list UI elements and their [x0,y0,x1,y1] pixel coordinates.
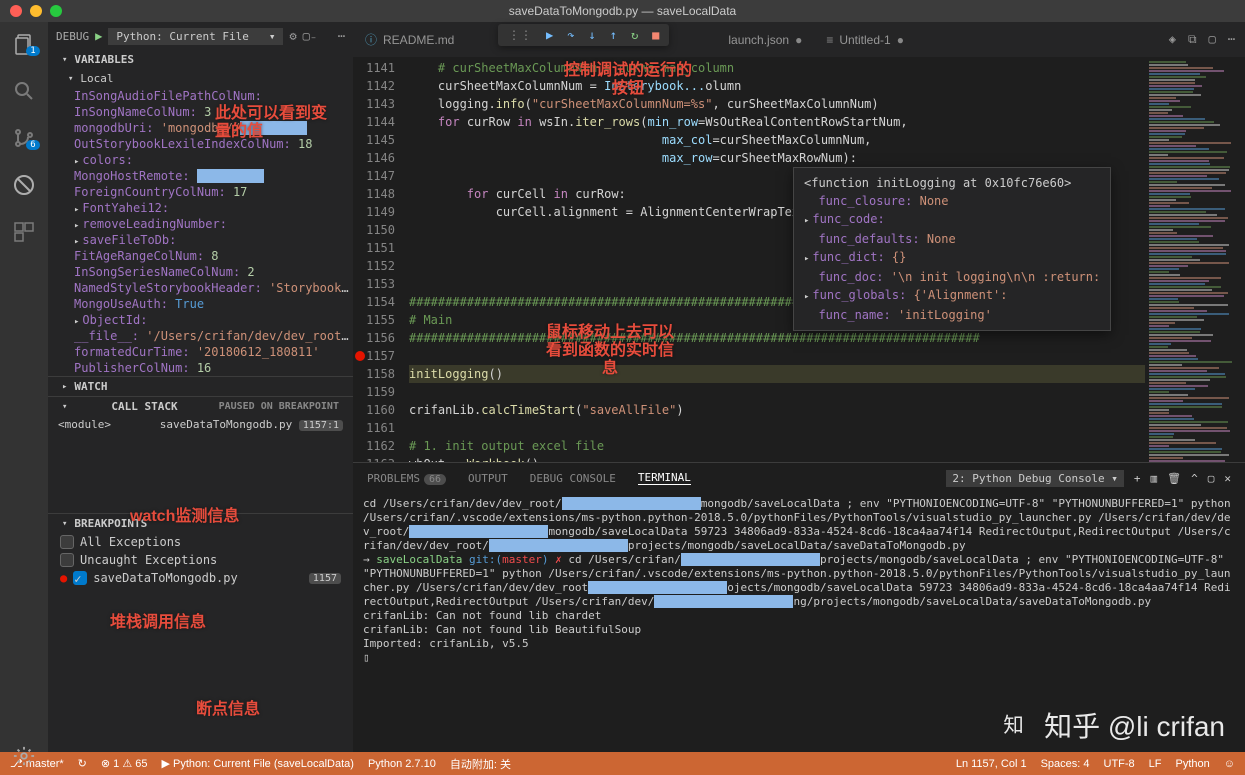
extensions-icon [12,220,36,244]
kill-terminal-button[interactable]: 🗑 [1167,472,1181,485]
hover-title: <function initLogging at 0x10fc76e60> [804,174,1100,192]
step-out-button[interactable]: ↑ [610,28,617,42]
restart-button[interactable]: ↻ [631,28,638,42]
window-title: saveDataToMongodb.py — saveLocalData [509,4,736,18]
step-over-button[interactable]: ↷ [567,28,574,42]
paused-status: PAUSED ON BREAKPOINT [219,401,339,412]
problems-tab[interactable]: PROBLEMS66 [367,472,446,485]
more-icon[interactable]: ⋯ [338,29,345,43]
terminal-tab[interactable]: TERMINAL [638,471,691,485]
sync-status[interactable]: ↻ [78,757,87,770]
tab-readme[interactable]: ⓘREADME.md [353,22,466,57]
debug-tab[interactable] [12,173,36,200]
encoding[interactable]: UTF-8 [1104,758,1135,770]
start-debug-button[interactable]: ▶ [95,29,102,43]
extensions-tab[interactable] [12,220,36,247]
split-icon[interactable]: ⧉ [1188,32,1197,47]
uncaught-exceptions-breakpoint[interactable]: Uncaught Exceptions [48,551,353,569]
close-window-button[interactable] [10,5,22,17]
scm-tab[interactable]: 6 [12,126,36,153]
hover-tooltip: <function initLogging at 0x10fc76e60> fu… [793,167,1111,331]
checkbox[interactable] [60,535,74,549]
language-mode[interactable]: Python [1176,758,1210,770]
variables-list: InSongAudioFilePathColNum: InSongNameCol… [48,88,353,376]
python-version[interactable]: Python 2.7.10 [368,758,436,770]
debug-control-toolbar: ⋮⋮ ▶ ↷ ↓ ↑ ↻ ■ [498,24,669,46]
settings-gear-icon[interactable] [13,745,35,767]
callstack-frame[interactable]: <module> saveDataToMongodb.py 1157:1 [48,416,353,433]
checkbox-checked[interactable]: ✓ [73,571,87,585]
feedback-icon[interactable]: ☺ [1224,758,1235,770]
split-terminal-button[interactable]: ▥ [1151,472,1158,485]
file-breakpoint[interactable]: ●✓saveDataToMongodb.py1157 [48,569,353,587]
terminal-select[interactable]: 2: Python Debug Console ▾ [946,470,1124,487]
more-icon[interactable]: ⋯ [1228,32,1235,47]
step-into-button[interactable]: ↓ [588,28,595,42]
all-exceptions-breakpoint[interactable]: All Exceptions [48,533,353,551]
watch-section-header[interactable]: WATCH [48,376,353,396]
minimap[interactable] [1145,57,1245,462]
new-terminal-button[interactable]: + [1134,472,1141,485]
debug-console-tab[interactable]: DEBUG CONSOLE [530,472,616,485]
eol[interactable]: LF [1149,758,1162,770]
checkbox[interactable] [60,553,74,567]
debug-status[interactable]: ▶ Python: Current File (saveLocalData) [161,757,353,770]
editor-tabs: ⓘREADME.md ⋮⋮ ▶ ↷ ↓ ↑ ↻ ■ launch.json● ≡… [353,22,1245,57]
collapse-icon[interactable]: ^ [1191,472,1198,485]
minimize-window-button[interactable] [30,5,42,17]
debug-toolbar: DEBUG ▶ Python: Current File▾ ⚙ ▢₋ ⋯ [48,22,353,50]
callstack-section-header[interactable]: CALL STACK PAUSED ON BREAKPOINT [48,396,353,416]
tab-untitled[interactable]: ≡Untitled-1● [814,22,916,57]
indentation[interactable]: Spaces: 4 [1041,758,1090,770]
gear-icon[interactable]: ⚙ [289,29,296,43]
debug-console-icon[interactable]: ▢₋ [303,29,317,43]
bug-icon [12,173,36,197]
line-numbers: 1141114211431144114511461147114811491150… [353,57,409,462]
status-bar: ⎇ master* ↻ ⊗ 1 ⚠ 65 ▶ Python: Current F… [0,752,1245,775]
watermark: 知 知乎 @li crifan [1000,705,1225,745]
zhihu-icon: 知 [1000,708,1034,742]
search-icon [12,79,36,103]
debug-label: DEBUG [56,30,89,43]
output-tab[interactable]: OUTPUT [468,472,508,485]
traffic-lights [10,5,62,17]
search-tab[interactable] [12,79,36,106]
panel-tabs: PROBLEMS66 OUTPUT DEBUG CONSOLE TERMINAL… [353,463,1245,493]
variables-section-header[interactable]: VARIABLES [48,50,353,69]
continue-button[interactable]: ▶ [546,28,553,42]
close-panel-button[interactable]: ✕ [1224,472,1231,485]
layout-icon[interactable]: ▢ [1209,32,1216,47]
svg-text:知: 知 [1003,714,1023,737]
explorer-tab[interactable]: 1 [12,32,36,59]
editor-area: ⓘREADME.md ⋮⋮ ▶ ↷ ↓ ↑ ↻ ■ launch.json● ≡… [353,22,1245,752]
problems-status[interactable]: ⊗ 1 ⚠ 65 [101,757,148,770]
maximize-icon[interactable]: ▢ [1208,472,1215,485]
maximize-window-button[interactable] [50,5,62,17]
tab-launch[interactable]: launch.json● [716,22,814,57]
stop-button[interactable]: ■ [652,28,659,42]
cursor-position[interactable]: Ln 1157, Col 1 [956,758,1027,770]
local-scope-header[interactable]: Local [48,69,353,88]
diff-icon[interactable]: ◈ [1169,32,1176,47]
editor-actions: ◈ ⧉ ▢ ⋯ [1169,32,1245,47]
debug-config-select[interactable]: Python: Current File▾ [108,28,283,45]
debug-sidebar: DEBUG ▶ Python: Current File▾ ⚙ ▢₋ ⋯ VAR… [48,22,353,752]
drag-handle-icon[interactable]: ⋮⋮ [508,28,532,42]
auto-attach[interactable]: 自动附加: 关 [450,756,511,772]
breakpoints-section-header[interactable]: BREAKPOINTS [48,513,353,533]
activity-bar: 1 6 [0,22,48,752]
window-titlebar: saveDataToMongodb.py — saveLocalData [0,0,1245,22]
